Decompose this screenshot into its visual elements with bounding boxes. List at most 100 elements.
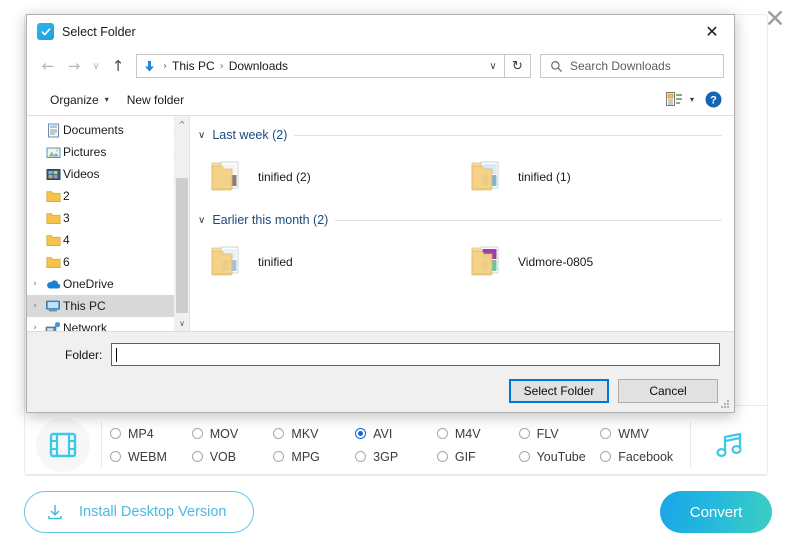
tree-item-this-pc[interactable]: › This PC (27, 295, 189, 317)
dialog-navigation-bar: ← → ∨ ↑ › This PC › Downloads ∨ ↻ Search… (27, 48, 734, 84)
tree-item-pictures[interactable]: Pictures (27, 141, 189, 163)
format-radio-3gp[interactable]: 3GP (355, 445, 437, 468)
format-radio-flv[interactable]: FLV (519, 422, 601, 445)
format-radio-label: 3GP (373, 450, 398, 464)
radio-indicator-icon (192, 428, 203, 439)
tree-item-label: 6 (63, 255, 171, 269)
format-radio-mov[interactable]: MOV (192, 422, 274, 445)
format-radio-avi[interactable]: AVI (355, 422, 437, 445)
tree-item-videos[interactable]: Videos (27, 163, 189, 185)
dialog-close-button[interactable]: ✕ (690, 15, 734, 47)
tree-expand-chevron-icon[interactable]: › (27, 301, 43, 311)
breadcrumb-separator-1: › (218, 61, 226, 72)
folder-tile[interactable]: tinified (1) (462, 151, 722, 203)
breadcrumb-this-pc[interactable]: This PC (169, 59, 218, 73)
search-input[interactable]: Search Downloads (540, 54, 724, 78)
tree-item-2[interactable]: 2 (27, 185, 189, 207)
radio-indicator-icon (437, 428, 448, 439)
chevron-down-icon[interactable]: ∨ (482, 55, 504, 77)
folder-tile-label: tinified (258, 255, 293, 269)
checkmark-icon (40, 26, 52, 38)
help-icon: ? (705, 91, 722, 108)
refresh-button[interactable]: ↻ (505, 54, 531, 78)
search-icon (550, 60, 563, 73)
folder-tile-grid: tinified (2) tinified (1) (198, 146, 722, 209)
tree-item-6[interactable]: 6 (27, 251, 189, 273)
tree-scrollbar[interactable]: ^ ∨ (174, 116, 189, 331)
svg-text:?: ? (710, 95, 717, 107)
format-radio-label: M4V (455, 427, 481, 441)
tree-item-onedrive[interactable]: ›OneDrive (27, 273, 189, 295)
folder-tile-label: Vidmore-0805 (518, 255, 593, 269)
address-bar[interactable]: › This PC › Downloads ∨ (136, 54, 505, 78)
file-list-pane: ∨Last week (2) tinified (2) tinified (1) ∨E… (190, 116, 734, 331)
folder-tile-label: tinified (1) (518, 170, 571, 184)
format-radio-webm[interactable]: WEBM (110, 445, 192, 468)
format-radio-mp4[interactable]: MP4 (110, 422, 192, 445)
navigation-tree-pane: DocumentsPicturesVideos2346›OneDrive›Thi… (27, 116, 190, 331)
format-radio-gif[interactable]: GIF (437, 445, 519, 468)
tree-item-label: Videos (63, 167, 171, 181)
onedrive-icon (43, 278, 63, 291)
folder-field-row: Folder: (41, 343, 720, 366)
tree-item-label: This PC (63, 299, 171, 313)
group-header[interactable]: ∨Earlier this month (2) (198, 209, 722, 231)
organize-button[interactable]: Organize ▾ (41, 90, 118, 110)
format-radio-mkv[interactable]: MKV (273, 422, 355, 445)
up-button[interactable]: ↑ (105, 53, 131, 79)
navigation-tree: DocumentsPicturesVideos2346›OneDrive›Thi… (27, 116, 189, 331)
group-header[interactable]: ∨Last week (2) (198, 124, 722, 146)
radio-indicator-icon (192, 451, 203, 462)
folder-tile[interactable]: Vidmore-0805 (462, 236, 722, 288)
tree-item-4[interactable]: 4 (27, 229, 189, 251)
forward-button[interactable]: → (61, 53, 87, 79)
scrollbar-thumb[interactable] (176, 178, 188, 313)
format-radio-label: MKV (291, 427, 318, 441)
folder-tile[interactable]: tinified (202, 236, 462, 288)
format-radio-facebook[interactable]: Facebook (600, 445, 682, 468)
breadcrumb-downloads[interactable]: Downloads (226, 59, 291, 73)
cancel-button[interactable]: Cancel (618, 379, 718, 403)
format-radio-wmv[interactable]: WMV (600, 422, 682, 445)
recent-locations-button[interactable]: ∨ (87, 53, 105, 79)
format-radio-mpg[interactable]: MPG (273, 445, 355, 468)
resize-grip-icon[interactable] (721, 400, 731, 410)
tree-item-label: Network (63, 321, 171, 331)
tree-expand-chevron-icon[interactable]: › (27, 323, 43, 331)
scroll-up-arrow-icon[interactable]: ^ (175, 116, 189, 132)
view-layout-icon (666, 92, 682, 107)
format-radio-youtube[interactable]: YouTube (519, 445, 601, 468)
install-desktop-version-button[interactable]: Install Desktop Version (24, 491, 254, 533)
group-collapse-chevron-icon[interactable]: ∨ (198, 130, 205, 141)
audio-format-icon-wrap (691, 430, 767, 460)
select-folder-dialog: Select Folder ✕ ← → ∨ ↑ › This PC › Down… (26, 14, 735, 413)
video-icon-circle (36, 418, 90, 472)
format-radio-vob[interactable]: VOB (192, 445, 274, 468)
folder-tile[interactable]: tinified (2) (202, 151, 462, 203)
folder-name-input[interactable] (111, 343, 720, 366)
group-collapse-chevron-icon[interactable]: ∨ (198, 215, 205, 226)
select-folder-button[interactable]: Select Folder (509, 379, 609, 403)
help-button[interactable]: ? (700, 88, 726, 112)
new-folder-button[interactable]: New folder (118, 90, 193, 110)
tree-item-documents[interactable]: Documents (27, 119, 189, 141)
radio-indicator-icon (355, 451, 366, 462)
format-radio-grid: MP4 MOV MKV AVI M4V FLVWMV WEBMVOBMPG 3GP GIF You… (102, 422, 690, 468)
format-radio-m4v[interactable]: M4V (437, 422, 519, 445)
change-view-button[interactable]: ▾ (660, 90, 700, 109)
tree-item-label: 3 (63, 211, 171, 225)
this-pc-icon (43, 299, 63, 313)
card-bottom-divider (25, 474, 767, 475)
tree-item-network[interactable]: › Network (27, 317, 189, 331)
tree-item-3[interactable]: 3 (27, 207, 189, 229)
tree-item-label: Documents (63, 123, 171, 137)
convert-button[interactable]: Convert (660, 491, 772, 533)
radio-indicator-icon (519, 428, 530, 439)
format-radio-label: MP4 (128, 427, 154, 441)
format-radio-label: YouTube (537, 450, 586, 464)
back-button[interactable]: ← (35, 53, 61, 79)
tree-expand-chevron-icon[interactable]: › (27, 279, 43, 289)
format-radio-label: Facebook (618, 450, 673, 464)
scroll-down-arrow-icon[interactable]: ∨ (175, 315, 189, 331)
folder-thumb-icon (470, 157, 508, 198)
